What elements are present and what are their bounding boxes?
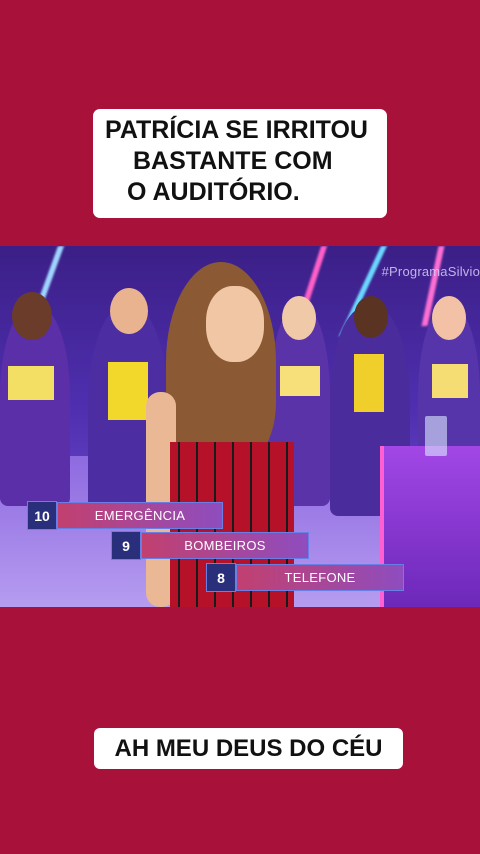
score-answer: TELEFONE — [236, 564, 404, 591]
scoreboard-row: 9 BOMBEIROS — [111, 531, 309, 560]
score-answer: EMERGÊNCIA — [57, 502, 223, 529]
top-caption-line-1: PATRÍCIA SE IRRITOU — [105, 116, 368, 144]
score-points: 9 — [111, 531, 141, 560]
scoreboard-row: 8 TELEFONE — [206, 563, 404, 592]
top-caption-box: PATRÍCIA SE IRRITOU BASTANTE COM O AUDIT… — [93, 109, 387, 218]
water-glass — [425, 416, 447, 456]
score-points: 8 — [206, 563, 236, 592]
scoreboard-row: 10 EMERGÊNCIA — [27, 501, 223, 530]
score-answer: BOMBEIROS — [141, 532, 309, 559]
top-caption-line-3: O AUDITÓRIO. — [127, 178, 300, 206]
video-frame[interactable]: #ProgramaSilvio 10 EMERGÊNCIA 9 BOMBEIRO… — [0, 246, 480, 607]
bottom-caption-box: AH MEU DEUS DO CÉU — [94, 728, 403, 769]
bottom-caption-text: AH MEU DEUS DO CÉU — [114, 734, 383, 762]
dancer-figure — [0, 292, 70, 506]
score-points: 10 — [27, 501, 57, 530]
show-hashtag-watermark: #ProgramaSilvio — [381, 264, 480, 279]
top-caption-line-2: BASTANTE COM — [133, 147, 333, 175]
